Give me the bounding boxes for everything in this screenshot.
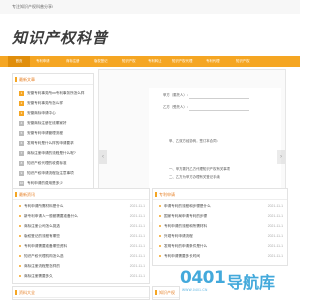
watermark-digits: 0401 xyxy=(180,268,226,288)
nav-item-home[interactable]: 首页 xyxy=(8,56,30,67)
list-item[interactable]: 7 商标注册申请的流程是什么呢? xyxy=(19,148,89,158)
nav-item-ip-2[interactable]: 知识产权 xyxy=(236,56,250,67)
list-item[interactable]: 5 安徽专利申请管理流程 xyxy=(19,128,89,138)
bullet-icon xyxy=(19,235,21,237)
rank-badge: 4 xyxy=(19,120,24,126)
bullet-icon xyxy=(159,205,161,207)
hot-articles-list: 1 安徽专利事务所xx专利事务所怎么样 2 安徽专利事务所怎么样 3 安徽商标申请中心… xyxy=(19,88,89,188)
bullet-icon xyxy=(159,235,161,237)
rank-badge: 3 xyxy=(19,110,24,116)
site-logo[interactable]: 知识产权科普 xyxy=(12,27,108,48)
list-item[interactable]: 申请专利的流程和步骤是什么 2021-11-1 xyxy=(159,201,283,211)
list-item[interactable]: 外观专利申请流程 2021-11-1 xyxy=(159,231,283,241)
bullet-icon xyxy=(19,245,21,247)
latest-news-title: 最新资讯 xyxy=(13,189,149,200)
rank-badge: 5 xyxy=(19,130,24,136)
nav-item-transfer[interactable]: 专利转让 xyxy=(148,56,162,67)
list-item[interactable]: 国家专利局申请专利的步骤 2021-11-1 xyxy=(159,211,283,221)
list-item[interactable]: 2 安徽专利事务所怎么样 xyxy=(19,98,89,108)
patent-panel: 专利申请 申请专利的流程和步骤是什么 2021-11-1 国家专利局申请专利的步骤… xyxy=(152,188,288,266)
list-item[interactable]: 专利申请需要准备哪些资料 2021-11-1 xyxy=(19,241,145,251)
slider-next-icon[interactable]: › xyxy=(277,150,285,164)
watermark-text: 导航库 xyxy=(227,273,276,292)
bullet-icon xyxy=(159,215,161,217)
list-item[interactable]: 1 安徽专利事务所xx专利事务所怎么样 xyxy=(19,88,89,98)
site-tagline: 专注知识产权科普分享! xyxy=(12,4,54,9)
bullet-icon xyxy=(159,225,161,227)
ip-panel: 知识产权 xyxy=(152,286,180,300)
resources-title: 资料大全 xyxy=(13,287,149,298)
bullet-icon xyxy=(159,255,161,257)
list-item[interactable]: 3 安徽商标申请中心 xyxy=(19,108,89,118)
patent-list: 申请专利的流程和步骤是什么 2021-11-1 国家专利局申请专利的步骤 2021-… xyxy=(159,201,283,261)
bullet-icon xyxy=(19,265,21,267)
list-item[interactable]: 专利申请需要多长时间 2021-11-1 xyxy=(159,251,283,261)
list-item[interactable]: 商标注册流程是怎样的 2021-11-1 xyxy=(19,261,145,271)
bullet-icon xyxy=(19,205,21,207)
nav-item-ip[interactable]: 知识产权 xyxy=(122,56,136,67)
list-item[interactable]: 商标注册公司怎么挑选 2021-11-1 xyxy=(19,221,145,231)
list-item[interactable]: 6 发明专利是什么样的申请要求 xyxy=(19,138,89,148)
bullet-icon xyxy=(19,255,21,257)
nav-item-copyright[interactable]: 版权登记 xyxy=(94,56,108,67)
rank-badge: 7 xyxy=(19,150,24,156)
top-bar: 专注知识产权科普分享! xyxy=(0,0,300,14)
list-item[interactable]: 4 安徽商标注册在线哪家好 xyxy=(19,118,89,128)
list-item[interactable]: 8 知识产权代理的收费标准 xyxy=(19,158,89,168)
list-item[interactable]: 专利申请的流程和所需材料 2021-11-1 xyxy=(159,221,283,231)
list-item[interactable]: 知识产权代理机构怎么选 2021-11-1 xyxy=(19,251,145,261)
watermark-url: WWW.0401.CN xyxy=(182,288,208,292)
list-item[interactable]: 发明专利的申请条件是什么 2021-11-1 xyxy=(159,241,283,251)
bullet-icon xyxy=(159,245,161,247)
list-item[interactable]: 10 专利申请的费用是多少 xyxy=(19,178,89,188)
latest-news-panel: 最新资讯 专利申请所需材料是什么 2021-11-1 新专利申请人一般都需要准备什… xyxy=(12,188,150,284)
nav-item-trademark[interactable]: 商标注册 xyxy=(66,56,80,67)
nav-item-patent[interactable]: 专利申请 xyxy=(36,56,50,67)
resources-panel: 资料大全 xyxy=(12,286,150,300)
list-item[interactable]: 新专利申请人一般都需要准备什么 2021-11-1 xyxy=(19,211,145,221)
nav-item-ip-agency[interactable]: 知识产权代理 xyxy=(172,56,192,67)
main-nav: 首页 专利申请 商标注册 版权登记 知识产权 专利转让 知识产权代理 专利代理 … xyxy=(0,56,300,67)
hot-articles-title: 最新文章 xyxy=(13,74,93,85)
patent-panel-title: 专利申请 xyxy=(153,189,287,200)
bullet-icon xyxy=(19,215,21,217)
rank-badge: 2 xyxy=(19,100,24,106)
latest-news-list: 专利申请所需材料是什么 2021-11-1 新专利申请人一般都需要准备什么 2021… xyxy=(19,201,145,281)
list-item[interactable]: 专利申请所需材料是什么 2021-11-1 xyxy=(19,201,145,211)
slider-prev-icon[interactable]: ‹ xyxy=(99,150,107,164)
rank-badge: 10 xyxy=(19,180,24,186)
ip-title: 知识产权 xyxy=(153,287,179,298)
bullet-icon xyxy=(19,275,21,277)
list-item[interactable]: 9 知识产权申请流程及注意事项 xyxy=(19,168,89,178)
rank-badge: 8 xyxy=(19,160,24,166)
rank-badge: 6 xyxy=(19,140,24,146)
hot-articles-panel: 最新文章 1 安徽专利事务所xx专利事务所怎么样 2 安徽专利事务所怎么样 3 安徽商… xyxy=(12,73,94,199)
nav-item-patent-agency[interactable]: 专利代理 xyxy=(206,56,220,67)
rank-badge: 9 xyxy=(19,170,24,176)
bullet-icon xyxy=(19,225,21,227)
watermark-logo: 0401 导航库 WWW.0401.CN xyxy=(180,268,298,296)
rank-badge: 1 xyxy=(19,90,24,96)
list-item[interactable]: 版权登记的流程有哪些 2021-11-1 xyxy=(19,231,145,241)
list-item[interactable]: 商标注册需要多久 2021-11-1 xyxy=(19,271,145,281)
